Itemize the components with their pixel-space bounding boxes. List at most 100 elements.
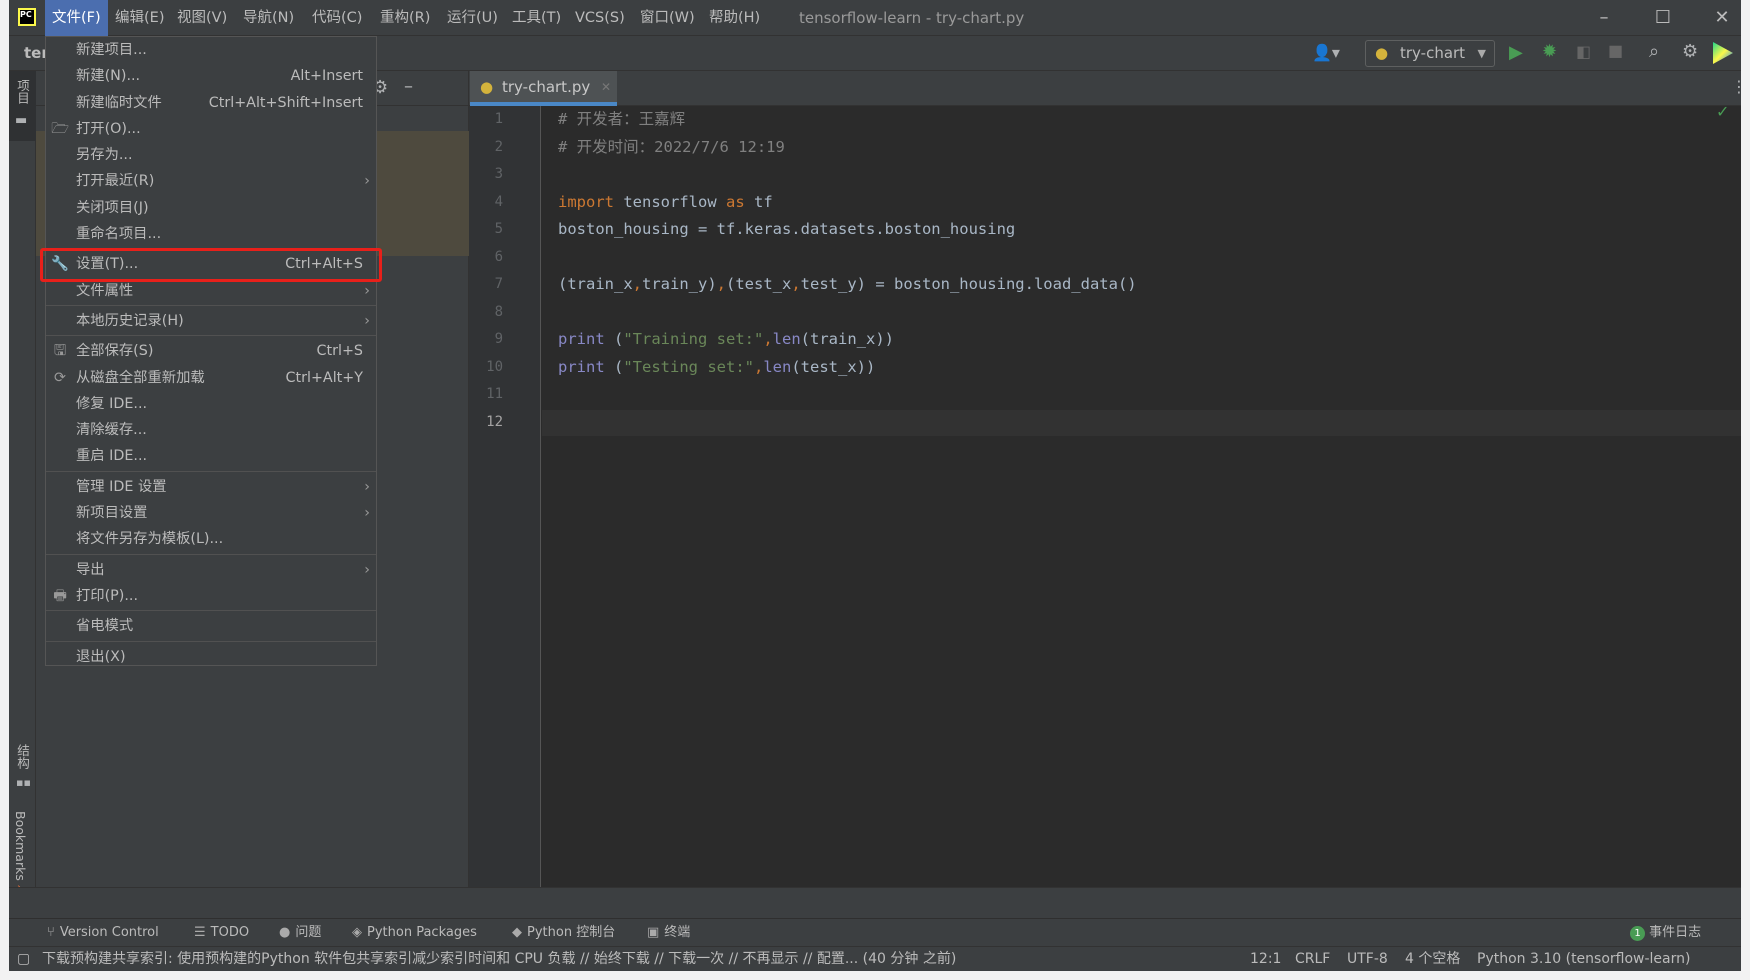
menu-item[interactable]: 重启 IDE...	[46, 443, 376, 469]
menu-7[interactable]: 工具(T)	[505, 0, 568, 36]
menu-item[interactable]: 清除缓存...	[46, 417, 376, 443]
menu-item-label: 省电模式	[76, 618, 134, 635]
code-line[interactable]: boston_housing = tf.keras.datasets.bosto…	[558, 216, 1015, 244]
code-token: len	[772, 330, 801, 348]
menu-2[interactable]: 视图(V)	[170, 0, 234, 36]
menu-3[interactable]: 导航(N)	[236, 0, 301, 36]
tab-try-chart[interactable]: ● try-chart.py ✕	[470, 71, 617, 106]
chevron-right-icon: ›	[364, 282, 370, 299]
line-number: 4	[494, 193, 503, 210]
code-line[interactable]: import tensorflow as tf	[558, 189, 773, 217]
code-line[interactable]: print ("Testing set:",len(test_x))	[558, 354, 875, 382]
menu-item[interactable]: 将文件另存为模板(L)...	[46, 526, 376, 552]
tool-window-1[interactable]: ☰ TODO	[194, 919, 249, 947]
status-message[interactable]: 下载预构建共享索引: 使用预构建的Python 软件包共享索引减少索引时间和 C…	[42, 947, 956, 971]
menu-0[interactable]: 文件(F)	[45, 0, 108, 36]
menu-5[interactable]: 重构(R)	[373, 0, 437, 36]
code-token: tensorflow	[614, 192, 726, 211]
tool-icon: ◈	[352, 925, 362, 940]
menu-item[interactable]: 关闭项目(J)	[46, 195, 376, 221]
menu-item-label: 重启 IDE...	[76, 448, 148, 465]
toggle-tool-windows-icon[interactable]: ▢	[17, 947, 30, 971]
menu-item-label: 重命名项目...	[76, 226, 162, 243]
code-token: (	[604, 357, 624, 376]
tool-window-4[interactable]: ◆ Python 控制台	[512, 919, 615, 947]
menu-item[interactable]: 另存为...	[46, 142, 376, 168]
indent-setting[interactable]: 4 个空格	[1405, 947, 1460, 971]
menu-item[interactable]: 🔧 设置(T)... Ctrl+Alt+S	[40, 248, 382, 283]
debug-icon[interactable]: ✹	[1542, 41, 1557, 62]
user-icon[interactable]: 👤▾	[1312, 43, 1340, 62]
menu-item[interactable]: 重命名项目...	[46, 221, 376, 247]
maximize-button[interactable]: ☐	[1653, 8, 1673, 28]
code-line[interactable]: print ("Training set:",len(train_x))	[558, 326, 894, 354]
tool-window-2[interactable]: ● 问题	[279, 919, 321, 947]
code-token: (train_x))	[800, 330, 894, 348]
menu-item[interactable]: 退出(X)	[46, 644, 376, 670]
menu-4[interactable]: 代码(C)	[305, 0, 369, 36]
line-number: 3	[494, 166, 503, 182]
tool-label: 终端	[664, 925, 691, 940]
run-config-select[interactable]: ● try-chart ▼	[1365, 40, 1495, 67]
left-tool-stripe: 项目 ▬ 结构 ▪▪ Bookmarks 🔖	[9, 71, 36, 918]
window-title: tensorflow-learn - try-chart.py	[799, 9, 1025, 27]
menu-9[interactable]: 窗口(W)	[633, 0, 702, 36]
current-line-highlight	[542, 410, 1741, 436]
more-options-icon[interactable]: ⋮	[1731, 77, 1741, 96]
no-problems-check-icon[interactable]: ✓	[1716, 102, 1729, 121]
menu-item[interactable]: 新建(N)... Alt+Insert	[46, 63, 376, 89]
code-editor[interactable]: 1 2 3 4 5 6 7 8 9 10 11 12 # 开发者：王嘉辉 # 开发时间：2022/7/6…	[469, 102, 1741, 887]
python-interpreter[interactable]: Python 3.10 (tensorflow-learn)	[1477, 947, 1690, 971]
menu-item-label: 从磁盘全部重新加载	[76, 369, 205, 386]
project-tool-label[interactable]: 项目	[13, 79, 32, 104]
menu-item[interactable]: 文件属性 ›	[46, 278, 376, 304]
tool-window-3[interactable]: ◈ Python Packages	[352, 919, 477, 947]
menu-item[interactable]: 省电模式	[46, 613, 376, 639]
printer-icon: 🖶	[53, 587, 67, 604]
code-token: tf	[744, 192, 773, 211]
menu-item[interactable]: 管理 IDE 设置 ›	[46, 474, 376, 500]
line-separator[interactable]: CRLF	[1295, 947, 1330, 971]
tool-window-5[interactable]: ▣ 终端	[647, 919, 690, 947]
menu-item[interactable]: 本地历史记录(H) ›	[46, 308, 376, 334]
bookmarks-tool-label[interactable]: Bookmarks	[13, 811, 28, 881]
code-token: len	[763, 357, 792, 376]
menu-item[interactable]: 新建项目...	[46, 37, 376, 63]
event-log-button[interactable]: 1 事件日志	[1630, 919, 1701, 947]
menu-item[interactable]: 打开最近(R) ›	[46, 168, 376, 194]
menu-item[interactable]: 新项目设置 ›	[46, 500, 376, 526]
structure-tool-label[interactable]: 结构	[13, 744, 32, 769]
stop-icon[interactable]: ■	[1608, 41, 1623, 60]
coverage-icon[interactable]: ◧	[1576, 42, 1591, 61]
event-count-badge: 1	[1630, 926, 1645, 941]
menu-8[interactable]: VCS(S)	[568, 0, 632, 36]
code-line[interactable]: (train_x,train_y),(test_x,test_y) = bost…	[558, 271, 1137, 299]
menu-10[interactable]: 帮助(H)	[702, 0, 767, 36]
code-line[interactable]: # 开发者：王嘉辉	[558, 106, 685, 134]
close-tab-icon[interactable]: ✕	[601, 71, 611, 103]
run-icon[interactable]: ▶	[1509, 42, 1523, 63]
jetbrains-toolbox-icon[interactable]	[1713, 42, 1733, 64]
menu-item-label: 本地历史记录(H)	[76, 312, 184, 329]
chevron-right-icon: ›	[364, 561, 370, 578]
menu-item-shortcut: Alt+Insert	[290, 68, 363, 85]
menu-item[interactable]: 新建临时文件 Ctrl+Alt+Shift+Insert	[46, 90, 376, 116]
bottom-panel-area	[9, 887, 1741, 918]
code-line[interactable]: # 开发时间：2022/7/6 12:19	[558, 134, 785, 162]
menu-item[interactable]: 🖫 全部保存(S) Ctrl+S	[46, 338, 376, 364]
menu-item[interactable]: ⟳ 从磁盘全部重新加载 Ctrl+Alt+Y	[46, 365, 376, 391]
file-encoding[interactable]: UTF-8	[1347, 947, 1388, 971]
menu-item[interactable]: 导出 ›	[46, 557, 376, 583]
tool-window-0[interactable]: ⑂ Version Control	[47, 919, 159, 947]
close-button[interactable]: ✕	[1712, 8, 1732, 28]
menu-item[interactable]: 🖶 打印(P)...	[46, 583, 376, 609]
minimize-button[interactable]: –	[1594, 8, 1614, 28]
menu-item[interactable]: 修复 IDE...	[46, 391, 376, 417]
search-icon[interactable]: ⌕	[1649, 41, 1659, 62]
hide-panel-icon[interactable]: –	[404, 76, 413, 97]
caret-position[interactable]: 12:1	[1250, 947, 1281, 971]
menu-1[interactable]: 编辑(E)	[108, 0, 171, 36]
gear-icon[interactable]: ⚙	[1682, 41, 1698, 62]
menu-6[interactable]: 运行(U)	[440, 0, 505, 36]
menu-item[interactable]: 🗁 打开(O)...	[46, 116, 376, 142]
